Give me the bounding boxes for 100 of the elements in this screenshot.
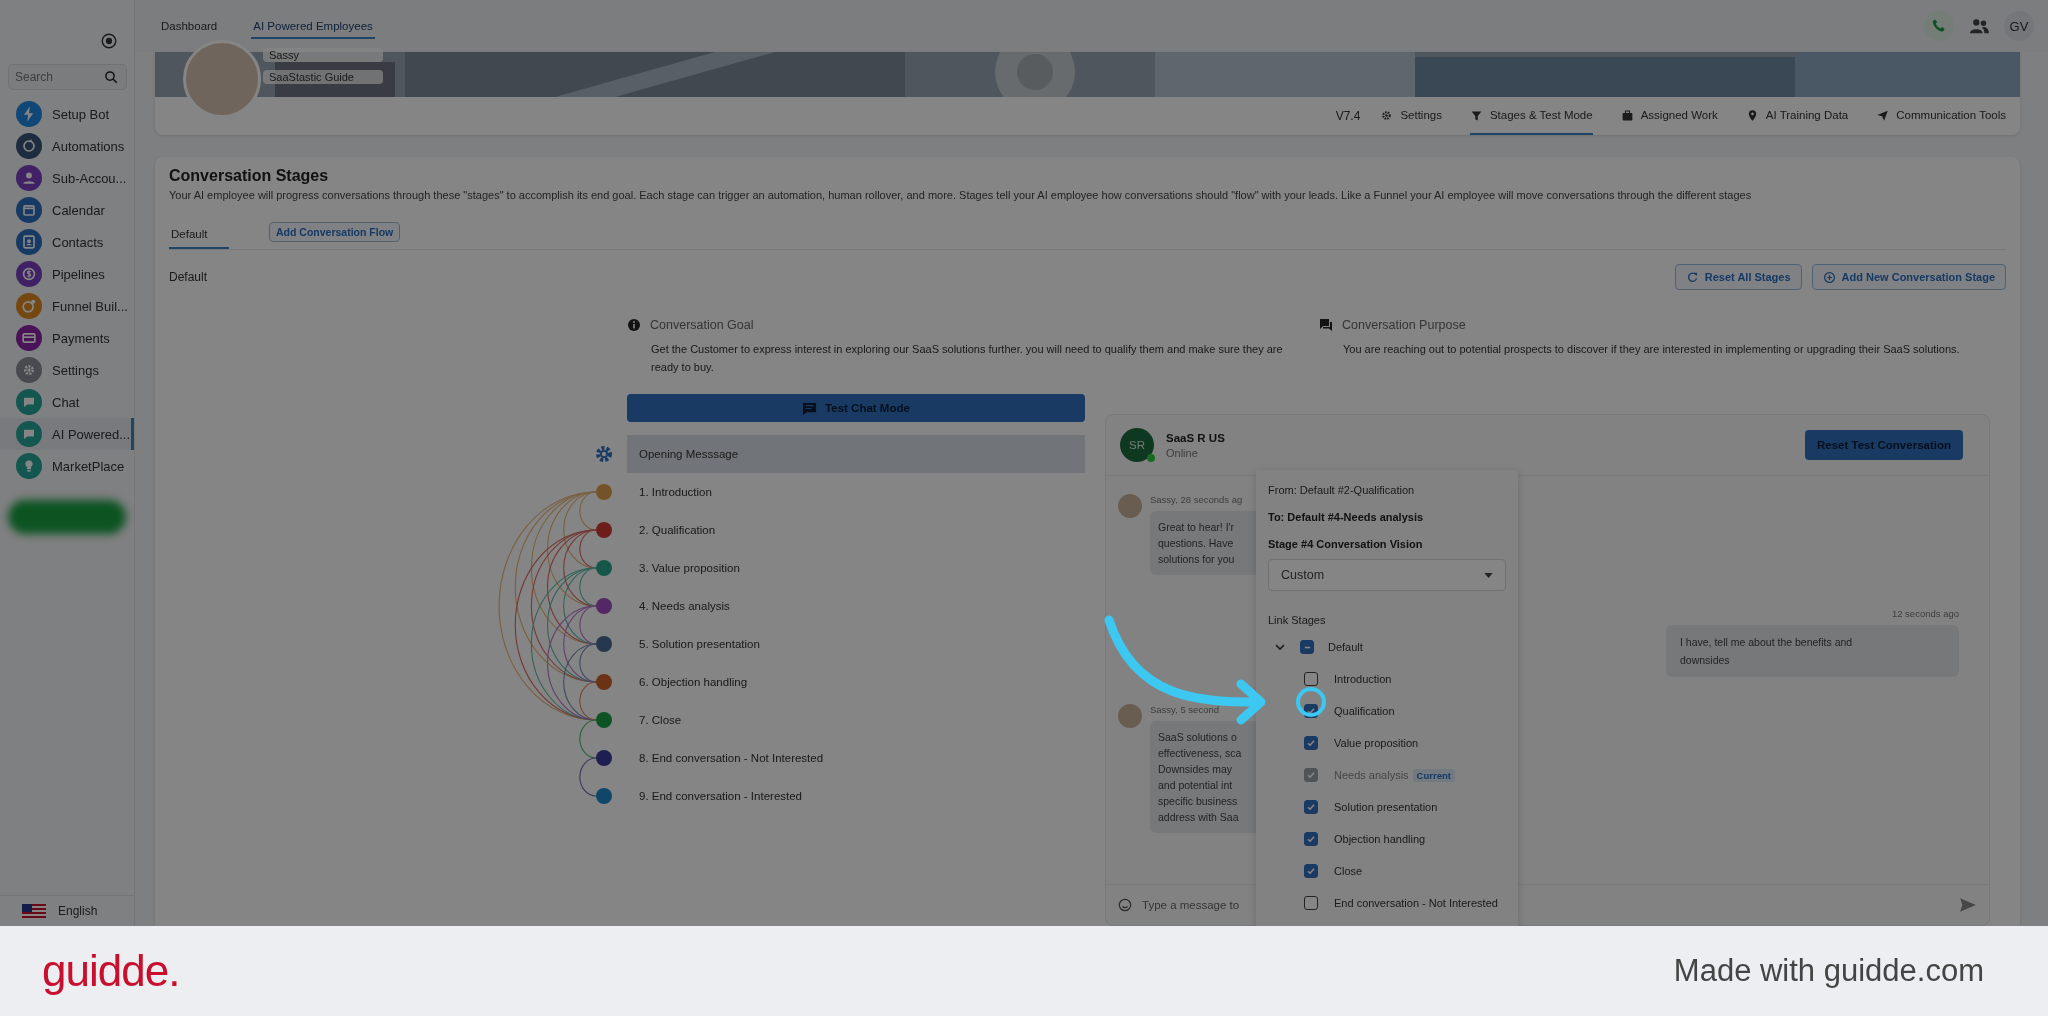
stage-option-label: Qualification xyxy=(1334,705,1395,717)
guidde-logo: guidde. xyxy=(42,946,180,996)
nav-tab[interactable]: AI Powered Employees xyxy=(251,13,375,39)
send-icon xyxy=(1876,108,1890,122)
stage-row[interactable]: 7. Close xyxy=(627,701,1085,739)
version-label: V7.4 xyxy=(1335,108,1361,125)
add-flow-button[interactable]: Add Conversation Flow xyxy=(269,222,401,242)
highlight-ring xyxy=(1296,687,1326,717)
search-icon[interactable] xyxy=(104,70,119,85)
search-field[interactable]: Search xyxy=(8,64,127,90)
online-dot xyxy=(1147,454,1155,462)
checkbox[interactable] xyxy=(1300,640,1314,654)
purpose-text: You are reaching out to potential prospects to discover if they are interested in implementing or upgrading their SaaS solutions. xyxy=(1342,342,1961,357)
send-icon[interactable] xyxy=(1959,896,1977,914)
stage-row[interactable]: 4. Needs analysis xyxy=(627,587,1085,625)
sidebar-item[interactable]: Sub-Accou... xyxy=(0,162,134,194)
stage-row[interactable]: Opening Messsage xyxy=(627,435,1085,473)
checkbox[interactable] xyxy=(1304,736,1318,750)
checkbox[interactable] xyxy=(1304,672,1318,686)
checkbox[interactable] xyxy=(1304,864,1318,878)
settings-icon[interactable] xyxy=(596,446,612,462)
goal-heading: Conversation Goal xyxy=(650,318,754,332)
info-icon xyxy=(627,318,641,332)
stage-option-label: End conversation - Not Interested xyxy=(1334,897,1498,909)
stage-option-label: Introduction xyxy=(1334,673,1392,685)
stage-row[interactable]: 2. Qualification xyxy=(627,511,1085,549)
section-description: Your AI employee will progress conversations through these "stages" to accomplish its end goal. Each stage can trigger an automation, human rollover, and more. Stages tell your AI employee how conversations should "flow" with your leads. Like a Funnel your AI employee will move conversations through the different stages xyxy=(169,189,1753,201)
stage-row[interactable]: 1. Introduction xyxy=(627,473,1085,511)
stage-row[interactable]: 9. End conversation - Interested xyxy=(627,777,1085,815)
refresh-icon xyxy=(1685,270,1699,284)
message-input[interactable]: Type a message to xyxy=(1142,899,1246,911)
sidebar-item[interactable]: Chat xyxy=(0,386,134,418)
credit-text: Made with guidde.com xyxy=(1673,953,1984,989)
sidebar-item[interactable]: Settings xyxy=(0,354,134,386)
sidebar-item[interactable]: Calendar xyxy=(0,194,134,226)
flag-icon xyxy=(22,904,46,918)
checkbox[interactable] xyxy=(1304,896,1318,910)
chat-icon xyxy=(802,400,818,416)
profile-subtitle: SaaStastic Guide xyxy=(263,70,383,84)
message-bubble: I have, tell me about the benefits and downsides xyxy=(1666,625,1959,677)
sidebar-item[interactable]: Automations xyxy=(0,130,134,162)
nav-tab[interactable]: Communication Tools xyxy=(1876,97,2006,135)
goal-text: Get the Customer to express interest in exploring our SaaS solutions further. you will need to qualify them and make sure they are ready to buy. xyxy=(650,342,1284,375)
group-label: Default xyxy=(1328,641,1363,653)
contact-avatar: SR xyxy=(1120,428,1154,462)
record-icon[interactable] xyxy=(100,32,118,50)
sender-avatar xyxy=(1118,704,1142,728)
phone-button[interactable] xyxy=(1924,11,1954,41)
check-icon xyxy=(1306,738,1316,748)
sidebar-item[interactable]: MarketPlace xyxy=(0,450,134,482)
funnel-icon xyxy=(1469,108,1483,122)
sidebar-item[interactable]: Setup Bot xyxy=(0,98,134,130)
checkbox[interactable] xyxy=(1304,800,1318,814)
caret-icon xyxy=(1484,572,1493,578)
user-avatar[interactable]: GV xyxy=(2004,11,2034,41)
vision-dropdown[interactable]: Custom xyxy=(1268,559,1506,591)
stage-option-label: Value proposition xyxy=(1334,737,1419,749)
sidebar-item[interactable]: Payments xyxy=(0,322,134,354)
from-label: From: Default #2-Qualification xyxy=(1268,482,1416,498)
stage-action-button[interactable]: Reset All Stages xyxy=(1674,264,1802,290)
nav-tab[interactable]: Dashboard xyxy=(159,13,220,39)
message-meta: Sassy, 5 second xyxy=(1150,704,1220,715)
stage-option-label: Solution presentation xyxy=(1334,801,1438,813)
briefcase-icon xyxy=(1620,108,1634,122)
phone-icon xyxy=(1931,18,1947,34)
flow-tab[interactable]: Default xyxy=(169,228,229,249)
sidebar-item[interactable]: AI Powered... xyxy=(0,418,134,450)
to-label: To: Default #4-Needs analysis xyxy=(1268,509,1425,525)
people-icon[interactable] xyxy=(1968,17,1990,35)
vision-label: Stage #4 Conversation Vision xyxy=(1268,536,1424,552)
purpose-heading: Conversation Purpose xyxy=(1342,318,1466,332)
emoji-icon[interactable] xyxy=(1118,898,1132,912)
chevron-icon[interactable] xyxy=(1274,641,1286,653)
stage-row[interactable]: 8. End conversation - Not Interested xyxy=(627,739,1085,777)
stage-row[interactable]: 3. Value proposition xyxy=(627,549,1085,587)
message-meta: 12 seconds ago xyxy=(1891,608,1959,619)
stage-row[interactable]: 5. Solution presentation xyxy=(627,625,1085,663)
check-icon xyxy=(1306,802,1316,812)
check-icon xyxy=(1306,866,1316,876)
sidebar-item[interactable]: Contacts xyxy=(0,226,134,258)
message-meta: Sassy, 28 seconds ag xyxy=(1150,494,1244,505)
stage-action-button[interactable]: Add New Conversation Stage xyxy=(1811,264,2006,290)
nav-tab[interactable]: Assigned Work xyxy=(1620,97,1718,135)
checkbox[interactable] xyxy=(1304,832,1318,846)
language-label: English xyxy=(58,904,98,918)
nav-tab[interactable]: AI Training Data xyxy=(1745,97,1849,135)
sidebar-item[interactable]: Pipelines xyxy=(0,258,134,290)
flow-name: Default xyxy=(169,270,208,284)
current-badge: Current xyxy=(1412,768,1455,782)
nav-tab[interactable]: Stages & Test Mode xyxy=(1469,97,1593,135)
stage-row[interactable]: 6. Objection handling xyxy=(627,663,1085,701)
sidebar-item[interactable]: Funnel Buil... xyxy=(0,290,134,322)
sender-avatar xyxy=(1118,494,1142,518)
contact-status: Online xyxy=(1166,446,1199,459)
gear-icon xyxy=(1380,108,1394,122)
section-title: Conversation Stages xyxy=(169,167,330,185)
stage-option-label: Needs analysis xyxy=(1334,769,1409,781)
nav-tab[interactable]: Settings xyxy=(1380,97,1442,135)
add-circle-icon xyxy=(1822,270,1836,284)
check-icon xyxy=(1306,834,1316,844)
